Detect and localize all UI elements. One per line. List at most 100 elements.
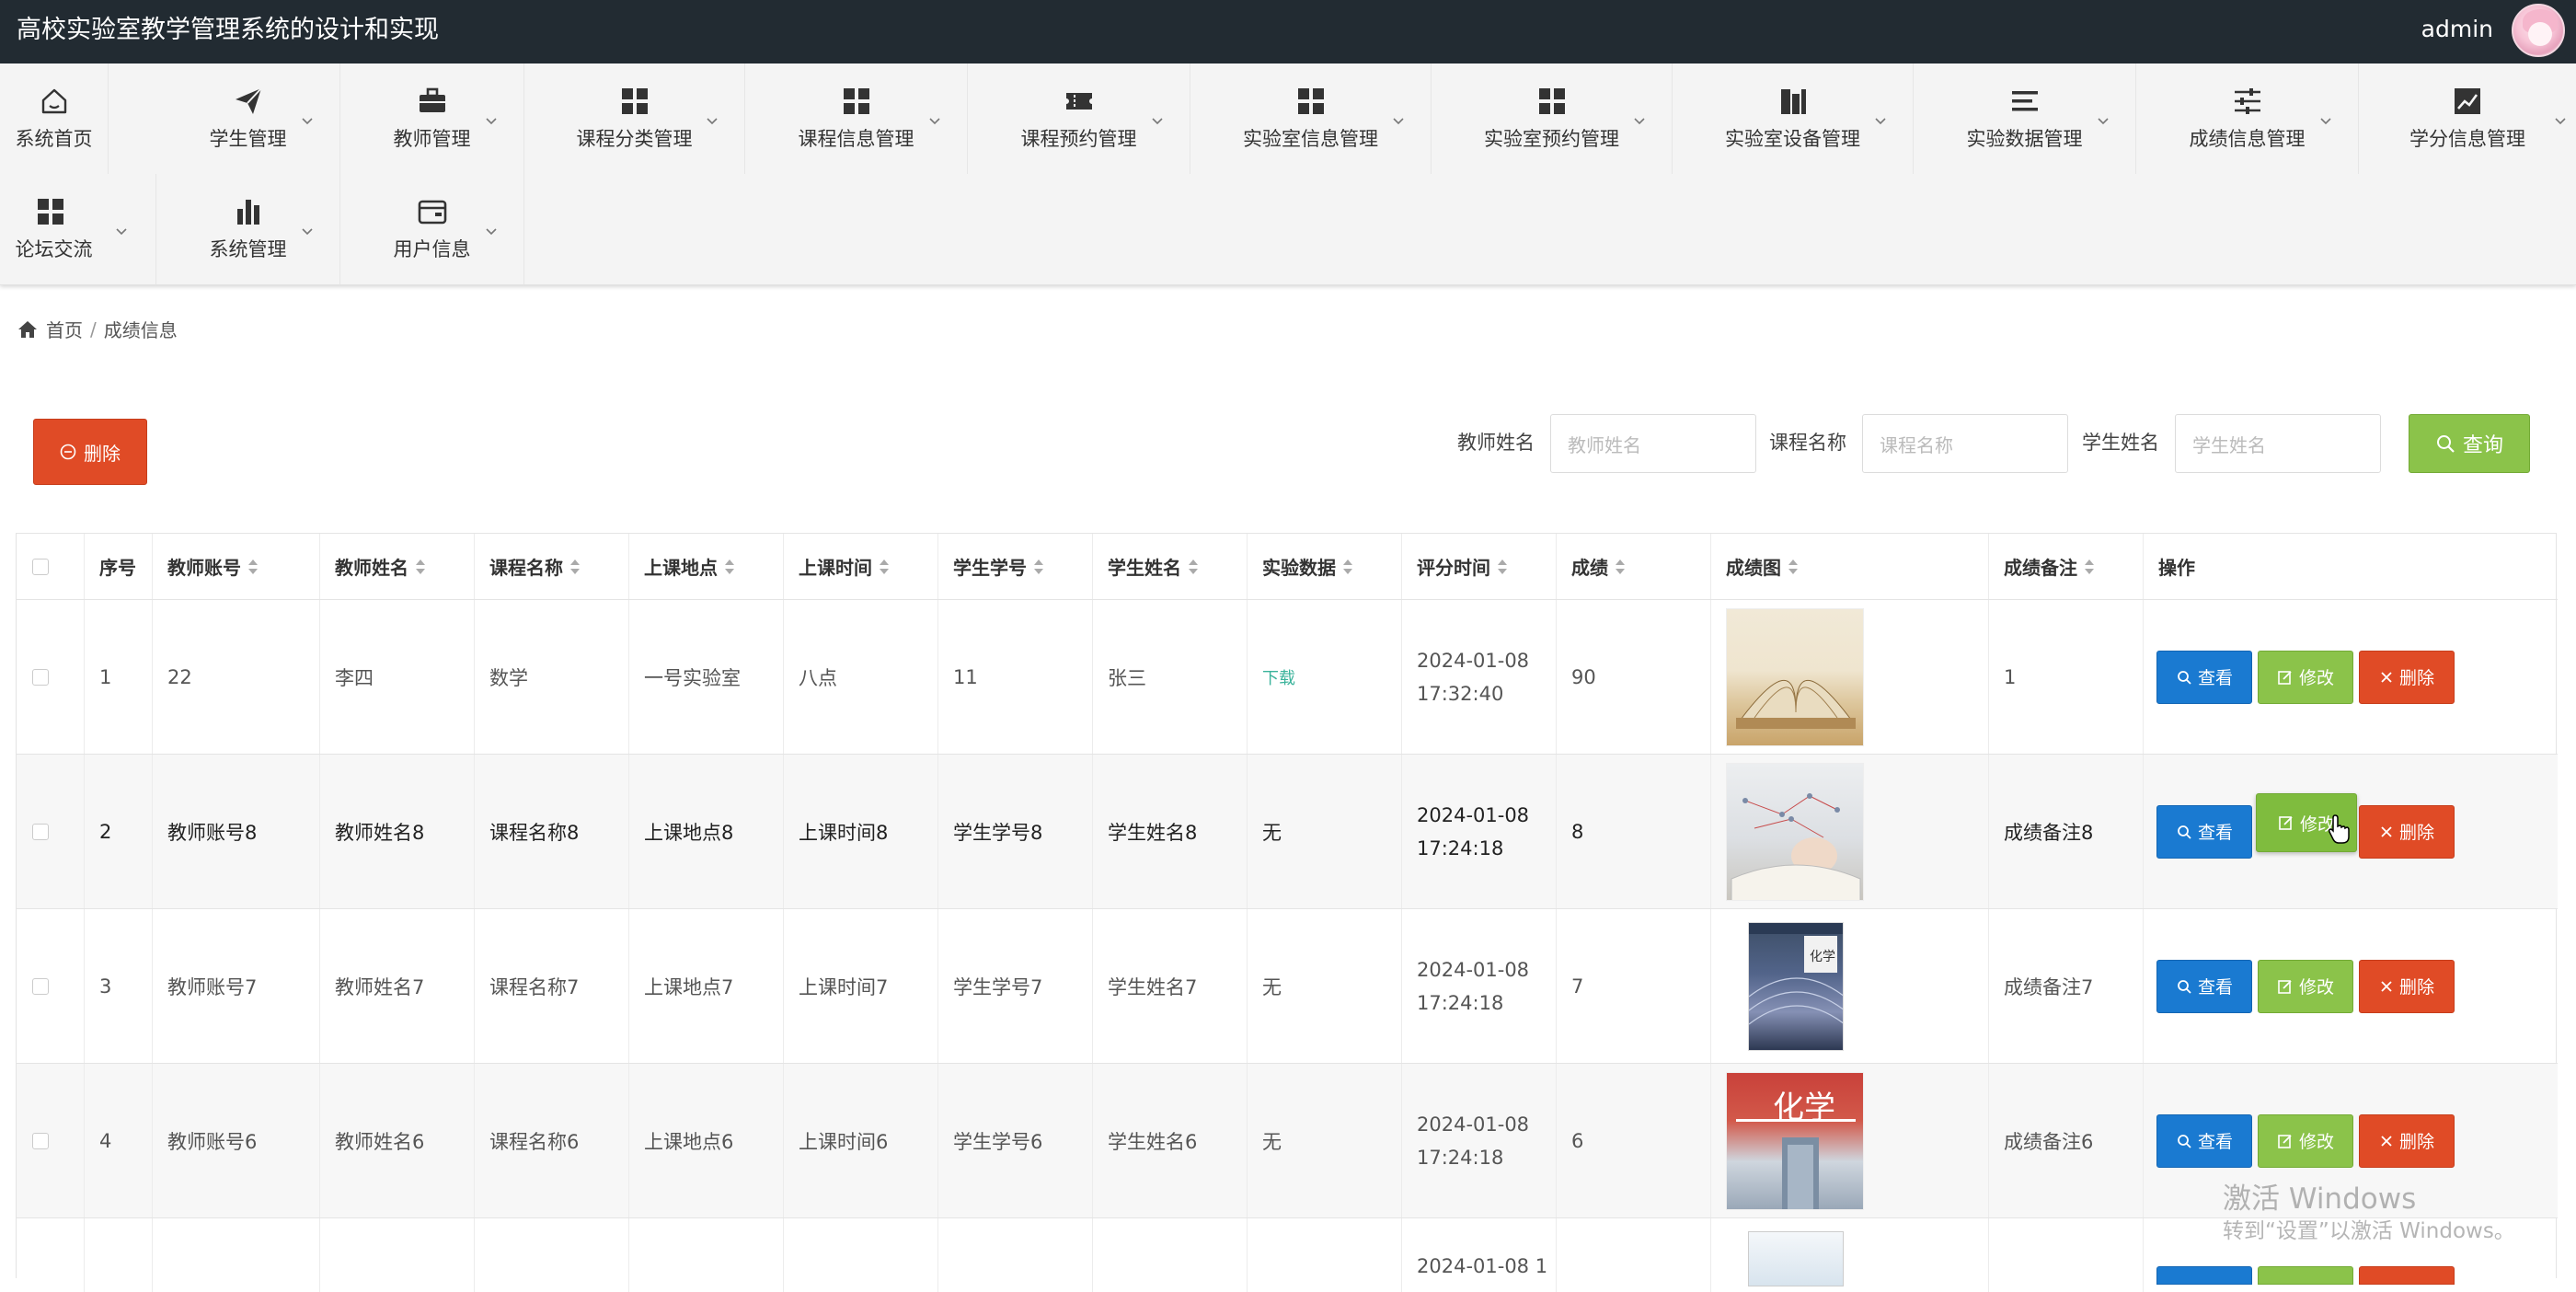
sort-icon[interactable] — [1343, 559, 1352, 574]
sort-icon[interactable] — [725, 559, 734, 574]
grade-image[interactable] — [1726, 607, 1864, 746]
cell-course: 课程名称8 — [489, 821, 580, 844]
view-button[interactable] — [2156, 1266, 2252, 1285]
col-header[interactable]: 教师账号 — [167, 553, 241, 580]
delete-button[interactable]: 删除 — [2359, 650, 2455, 704]
course-name-input[interactable]: 课程名称 — [1862, 414, 2068, 473]
nav-item-system[interactable]: 系统管理 — [156, 174, 340, 284]
sort-icon[interactable] — [248, 559, 258, 574]
download-link[interactable]: 下载 — [1262, 665, 1295, 689]
student-name-input[interactable]: 学生姓名 — [2175, 414, 2381, 473]
cell-teacher-name: 教师姓名8 — [335, 821, 425, 844]
col-header[interactable]: 成绩备注 — [2004, 553, 2077, 580]
nav-label: 学生管理 — [209, 128, 287, 150]
edit-button[interactable]: 修改 — [2258, 959, 2353, 1013]
nav-item-lab-equipment[interactable]: 实验室设备管理 — [1673, 63, 1914, 174]
nav-label: 实验室设备管理 — [1725, 128, 1860, 150]
sort-icon[interactable] — [1498, 559, 1507, 574]
delete-button[interactable] — [2359, 1266, 2455, 1285]
sort-icon[interactable] — [880, 559, 889, 574]
table-row: 2024-01-08 1 — [17, 1218, 2558, 1292]
cell-location: 上课地点7 — [644, 975, 734, 998]
batch-delete-button[interactable]: 删除 — [33, 419, 147, 485]
select-all-checkbox[interactable] — [32, 558, 49, 575]
sort-icon[interactable] — [1189, 559, 1198, 574]
cell-location: 上课地点8 — [644, 821, 734, 844]
nav-item-grade-info[interactable]: 成绩信息管理 — [2136, 63, 2359, 174]
cell-data: 无 — [1262, 821, 1282, 844]
col-header[interactable]: 学生学号 — [953, 553, 1027, 580]
minus-circle-icon — [60, 444, 76, 460]
view-button[interactable]: 查看 — [2156, 1113, 2252, 1168]
query-button[interactable]: 查询 — [2409, 414, 2530, 473]
row-checkbox[interactable] — [32, 823, 49, 840]
row-checkbox[interactable] — [32, 1132, 49, 1149]
grade-image[interactable]: 化学 — [1726, 1071, 1864, 1210]
nav-item-lab-booking[interactable]: 实验室预约管理 — [1432, 63, 1673, 174]
nav-item-home[interactable]: 系统首页 — [0, 63, 109, 174]
row-checkbox[interactable] — [32, 977, 49, 995]
nav-item-students[interactable]: 学生管理 — [156, 63, 340, 174]
nav-item-forum[interactable]: 论坛交流 — [0, 174, 156, 284]
sort-icon[interactable] — [416, 559, 425, 574]
edit-label: 修改 — [2298, 977, 2334, 998]
close-icon — [2381, 980, 2392, 992]
chevron-down-icon — [486, 118, 497, 125]
avatar[interactable] — [2512, 4, 2565, 57]
app-title: 高校实验室教学管理系统的设计和实现 — [17, 16, 439, 44]
col-header[interactable]: 评分时间 — [1417, 553, 1490, 580]
cell-student-name: 张三 — [1108, 666, 1146, 689]
sort-icon[interactable] — [1788, 559, 1798, 574]
nav-label: 课程预约管理 — [1020, 128, 1137, 150]
close-icon — [2381, 1135, 2392, 1147]
grade-image[interactable]: 化学 — [1748, 921, 1844, 1051]
nav-item-user-info[interactable]: 用户信息 — [340, 174, 524, 284]
cell-student-id: 11 — [953, 665, 978, 688]
sort-icon[interactable] — [570, 559, 580, 574]
nav-label: 学分信息管理 — [2409, 128, 2525, 150]
col-header[interactable]: 课程名称 — [489, 553, 563, 580]
col-header[interactable]: 成绩 — [1571, 553, 1608, 580]
col-header[interactable]: 上课时间 — [799, 553, 872, 580]
sort-icon[interactable] — [1616, 559, 1625, 574]
breadcrumb-home[interactable]: 首页 — [46, 316, 83, 342]
nav-label: 论坛交流 — [15, 238, 93, 260]
delete-button[interactable]: 删除 — [2359, 959, 2455, 1013]
col-header[interactable]: 上课地点 — [644, 553, 718, 580]
nav-item-course-booking[interactable]: 课程预约管理 — [968, 63, 1190, 174]
col-header[interactable]: 教师姓名 — [335, 553, 408, 580]
row-checkbox[interactable] — [32, 668, 49, 686]
nav-item-lab-data[interactable]: 实验数据管理 — [1914, 63, 2136, 174]
col-header[interactable]: 实验数据 — [1262, 553, 1336, 580]
edit-button[interactable]: 修改 — [2258, 650, 2353, 704]
col-header[interactable]: 学生姓名 — [1108, 553, 1181, 580]
nav-label: 实验数据管理 — [1966, 128, 2083, 150]
view-button[interactable]: 查看 — [2156, 804, 2252, 859]
nav-item-course-info[interactable]: 课程信息管理 — [745, 63, 968, 174]
edit-button[interactable] — [2258, 1266, 2353, 1285]
view-button[interactable]: 查看 — [2156, 650, 2252, 704]
col-header[interactable]: 成绩图 — [1726, 553, 1781, 580]
table-row: 4 教师账号6 教师姓名6 课程名称6 上课地点6 上课时间6 学生学号6 学生… — [17, 1064, 2558, 1218]
nav-item-lab-info[interactable]: 实验室信息管理 — [1190, 63, 1432, 174]
cell-time: 上课时间7 — [799, 975, 889, 998]
cell-student-name: 学生姓名6 — [1108, 1130, 1198, 1153]
delete-button[interactable]: 删除 — [2359, 804, 2455, 859]
ticket-icon — [1064, 86, 1095, 117]
edit-button[interactable]: 修改 — [2258, 1113, 2353, 1168]
view-button[interactable]: 查看 — [2156, 959, 2252, 1013]
teacher-name-input[interactable]: 教师姓名 — [1550, 414, 1756, 473]
cell-no: 2 — [99, 820, 112, 843]
home-icon — [18, 320, 37, 338]
sort-icon[interactable] — [1034, 559, 1043, 574]
batch-delete-label: 删除 — [84, 442, 121, 465]
nav-item-credit-info[interactable]: 学分信息管理 — [2359, 63, 2576, 174]
cell-no: 1 — [99, 665, 112, 688]
sort-icon[interactable] — [2085, 559, 2094, 574]
nav-item-course-category[interactable]: 课程分类管理 — [524, 63, 745, 174]
delete-button[interactable]: 删除 — [2359, 1113, 2455, 1168]
grade-image[interactable] — [1726, 762, 1864, 901]
grade-image[interactable] — [1748, 1231, 1844, 1286]
username[interactable]: admin — [2421, 13, 2493, 46]
nav-item-teachers[interactable]: 教师管理 — [340, 63, 524, 174]
